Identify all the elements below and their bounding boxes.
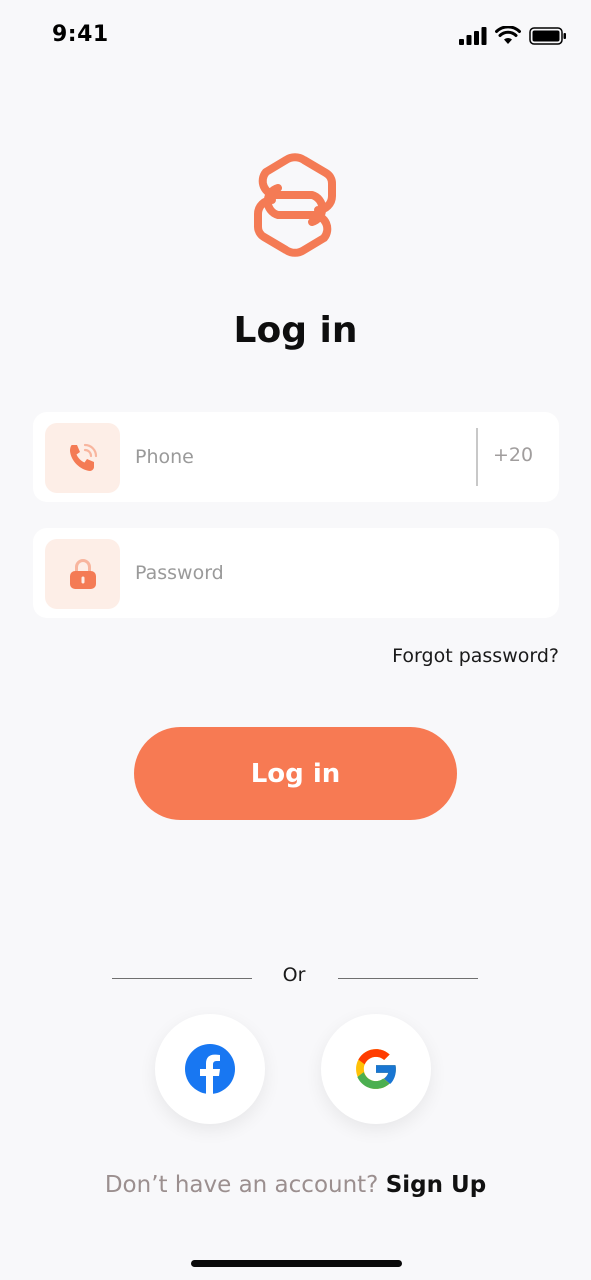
phone-icon bbox=[69, 443, 97, 471]
app-logo bbox=[254, 153, 336, 257]
lock-icon bbox=[69, 559, 96, 589]
battery-icon bbox=[529, 26, 566, 45]
status-bar: 9:41 bbox=[0, 0, 591, 72]
status-time: 9:41 bbox=[52, 22, 109, 47]
google-icon bbox=[356, 1049, 398, 1089]
divider-or-text: Or bbox=[282, 964, 306, 986]
country-code[interactable]: +20 bbox=[493, 444, 533, 466]
forgot-password-link[interactable]: Forgot password? bbox=[392, 645, 559, 667]
status-icons bbox=[459, 26, 567, 45]
login-button[interactable]: Log in bbox=[134, 727, 457, 820]
home-indicator[interactable] bbox=[191, 1260, 402, 1267]
google-login-button[interactable] bbox=[321, 1014, 431, 1124]
divider-line-right bbox=[338, 978, 478, 979]
facebook-icon bbox=[185, 1044, 235, 1095]
lock-icon-box bbox=[45, 539, 120, 609]
password-field[interactable] bbox=[33, 528, 559, 618]
phone-icon-box bbox=[45, 423, 120, 493]
facebook-login-button[interactable] bbox=[155, 1014, 265, 1124]
signup-row: Don’t have an account? Sign Up bbox=[0, 1172, 591, 1198]
phone-field[interactable]: +20 bbox=[33, 412, 559, 502]
cellular-signal-icon bbox=[459, 26, 487, 45]
signup-link[interactable]: Sign Up bbox=[386, 1172, 486, 1198]
phone-divider bbox=[476, 428, 478, 486]
wifi-icon bbox=[495, 26, 521, 44]
password-input[interactable] bbox=[135, 556, 455, 590]
phone-input[interactable] bbox=[135, 440, 455, 474]
page-title: Log in bbox=[233, 310, 358, 351]
signup-prompt: Don’t have an account? bbox=[104, 1172, 379, 1198]
